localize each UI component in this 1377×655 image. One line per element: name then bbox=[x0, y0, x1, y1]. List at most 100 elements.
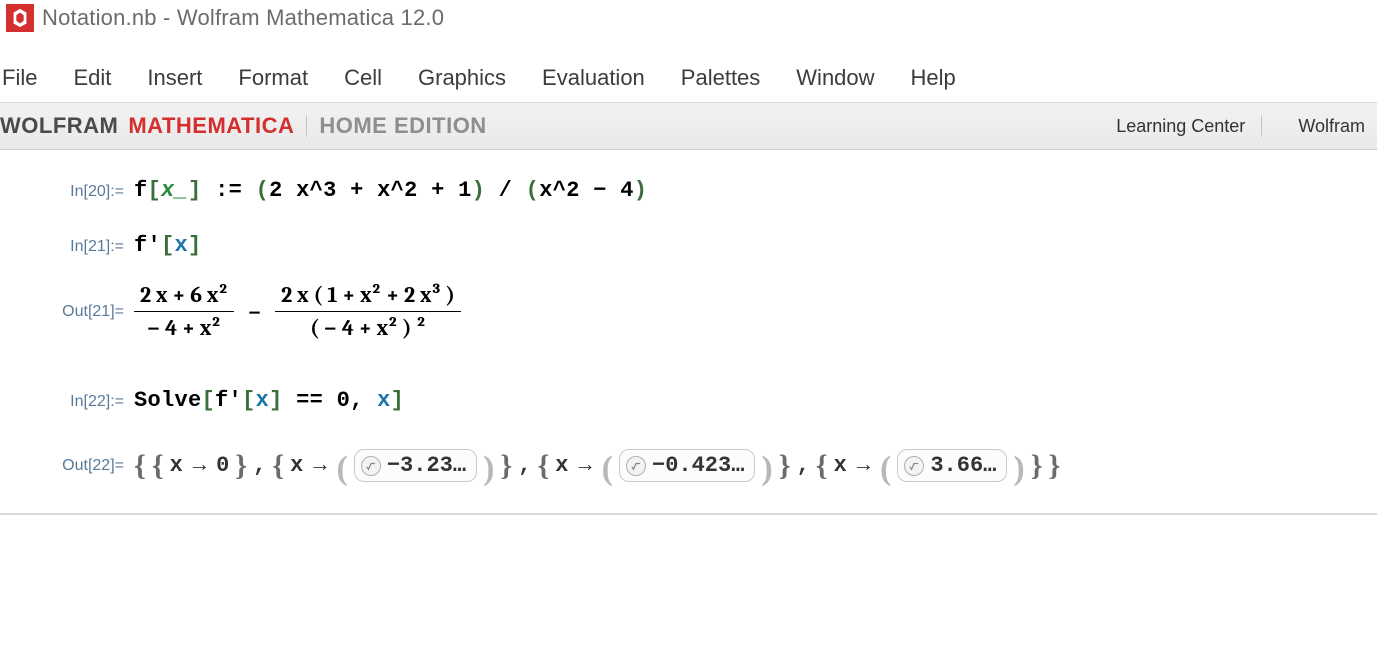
root-icon bbox=[361, 456, 381, 476]
cell-label-in-22: In[22]:= bbox=[50, 393, 134, 411]
cell-label-in-20: In[20]:= bbox=[50, 183, 134, 201]
rule-2-rbrace: } bbox=[779, 449, 791, 483]
rule-2-var: x bbox=[555, 453, 568, 478]
menubar: File Edit Insert Format Cell Graphics Ev… bbox=[0, 36, 1377, 102]
rule-sep-2: , bbox=[797, 453, 810, 478]
rule-1-arrow: → bbox=[309, 453, 330, 478]
rule-3-arrow: → bbox=[853, 453, 874, 478]
rule-0-var: x bbox=[170, 453, 183, 478]
token-func-f: f bbox=[134, 178, 148, 203]
token-lbracket-22-outer: [ bbox=[202, 388, 216, 413]
menu-insert[interactable]: Insert bbox=[129, 59, 220, 99]
link-wolfram[interactable]: Wolfram bbox=[1278, 116, 1365, 137]
token-lparen2: ( bbox=[526, 178, 540, 203]
rule-2-lbrace: { bbox=[537, 449, 549, 483]
fraction-2-num: 2 x ( 1 + x² + 2 x³ ) bbox=[275, 282, 461, 308]
token-var-x-21: x bbox=[175, 233, 189, 258]
token-rbracket: ] bbox=[188, 178, 202, 203]
token-rparen2: ) bbox=[634, 178, 648, 203]
token-var-x-22b: x bbox=[377, 388, 391, 413]
cell-out-21[interactable]: Out[21]= 2 x + 6 x² − 4 + x² − 2 x ( 1 +… bbox=[0, 278, 1377, 346]
fraction-1: 2 x + 6 x² − 4 + x² bbox=[134, 282, 234, 342]
brand-link-divider bbox=[1261, 115, 1262, 137]
token-var-x-22a: x bbox=[256, 388, 270, 413]
rule-2-arrow: → bbox=[574, 453, 595, 478]
rule-1-lbrace: { bbox=[272, 449, 284, 483]
approx-pill-3-val: 3.66… bbox=[930, 453, 996, 478]
mathematica-app-icon bbox=[6, 4, 34, 32]
cell-content-out-22: { { x → 0 } , { x → ( −3.23… ) } , { bbox=[134, 449, 1060, 483]
outer-lbrace: { bbox=[134, 449, 146, 483]
cell-out-22[interactable]: Out[22]= { { x → 0 } , { x → ( −3.23… ) … bbox=[0, 445, 1377, 487]
cell-content-out-21: 2 x + 6 x² − 4 + x² − 2 x ( 1 + x² + 2 x… bbox=[134, 282, 461, 342]
menu-format[interactable]: Format bbox=[220, 59, 326, 99]
notebook-area[interactable]: In[20]:= f[x_] := (2 x^3 + x^2 + 1) / (x… bbox=[0, 150, 1377, 515]
token-zero: 0 bbox=[337, 388, 351, 413]
token-comma: , bbox=[350, 388, 377, 413]
menu-edit[interactable]: Edit bbox=[55, 59, 129, 99]
rule-0-val: 0 bbox=[216, 453, 229, 478]
approx-pill-1-val: −3.23… bbox=[387, 453, 466, 478]
window-titlebar: Notation.nb - Wolfram Mathematica 12.0 bbox=[0, 0, 1377, 36]
token-rparen: ) bbox=[472, 178, 486, 203]
brand-separator bbox=[306, 115, 307, 137]
token-rbracket-21: ] bbox=[188, 233, 202, 258]
menu-file[interactable]: File bbox=[0, 59, 55, 99]
fraction-1-den: − 4 + x² bbox=[141, 315, 227, 341]
cell-label-in-21: In[21]:= bbox=[50, 238, 134, 256]
cell-in-20[interactable]: In[20]:= f[x_] := (2 x^3 + x^2 + 1) / (x… bbox=[0, 174, 1377, 207]
outer-rbrace: } bbox=[1049, 449, 1061, 483]
cell-group-divider bbox=[0, 513, 1377, 515]
token-lbracket-21: [ bbox=[161, 233, 175, 258]
menu-evaluation[interactable]: Evaluation bbox=[524, 59, 663, 99]
rule-0-lbrace: { bbox=[152, 449, 164, 483]
token-lparen: ( bbox=[256, 178, 270, 203]
approx-pill-2-val: −0.423… bbox=[652, 453, 744, 478]
cell-content-in-22[interactable]: Solve[f'[x] == 0, x] bbox=[134, 388, 404, 413]
brand-bar: WOLFRAM MATHEMATICA HOME EDITION Learnin… bbox=[0, 102, 1377, 150]
cell-in-22[interactable]: In[22]:= Solve[f'[x] == 0, x] bbox=[0, 384, 1377, 417]
minus-operator: − bbox=[248, 299, 261, 325]
rule-3-rbrace: } bbox=[1031, 449, 1043, 483]
token-solve: Solve bbox=[134, 388, 202, 413]
cell-content-in-21[interactable]: f'[x] bbox=[134, 233, 202, 258]
token-lbracket: [ bbox=[148, 178, 162, 203]
token-setdelayed: := bbox=[202, 178, 256, 203]
token-divide: / bbox=[485, 178, 526, 203]
link-learning-center[interactable]: Learning Center bbox=[1096, 116, 1245, 137]
rule-1-var: x bbox=[290, 453, 303, 478]
token-lbracket-22-inner: [ bbox=[242, 388, 256, 413]
token-poly-b: x^2 − 4 bbox=[539, 178, 634, 203]
token-poly-a: 2 x^3 + x^2 + 1 bbox=[269, 178, 472, 203]
fraction-1-num: 2 x + 6 x² bbox=[134, 282, 234, 308]
fraction-2: 2 x ( 1 + x² + 2 x³ ) ( − 4 + x² ) ² bbox=[275, 282, 461, 342]
approx-pill-1[interactable]: −3.23… bbox=[354, 449, 477, 482]
cell-in-21[interactable]: In[21]:= f'[x] bbox=[0, 229, 1377, 262]
rule-sep-1: , bbox=[518, 453, 531, 478]
menu-window[interactable]: Window bbox=[778, 59, 892, 99]
token-fprime: f' bbox=[134, 233, 161, 258]
cell-content-in-20[interactable]: f[x_] := (2 x^3 + x^2 + 1) / (x^2 − 4) bbox=[134, 178, 647, 203]
window-title: Notation.nb - Wolfram Mathematica 12.0 bbox=[42, 5, 444, 31]
menu-cell[interactable]: Cell bbox=[326, 59, 400, 99]
approx-pill-2[interactable]: −0.423… bbox=[619, 449, 755, 482]
token-rbracket-22-outer: ] bbox=[391, 388, 405, 413]
cell-label-out-22: Out[22]= bbox=[50, 457, 134, 475]
menu-palettes[interactable]: Palettes bbox=[663, 59, 779, 99]
brand-wolfram: WOLFRAM bbox=[0, 113, 118, 139]
root-icon bbox=[626, 456, 646, 476]
rule-sep-0: , bbox=[253, 453, 266, 478]
approx-pill-3[interactable]: 3.66… bbox=[897, 449, 1007, 482]
rule-3-lbrace: { bbox=[816, 449, 828, 483]
rule-0-arrow: → bbox=[189, 453, 210, 478]
brand-mathematica: MATHEMATICA bbox=[128, 113, 294, 139]
menu-graphics[interactable]: Graphics bbox=[400, 59, 524, 99]
token-equal: == bbox=[283, 388, 337, 413]
token-rbracket-22-inner: ] bbox=[269, 388, 283, 413]
fraction-2-den: ( − 4 + x² ) ² bbox=[304, 315, 432, 341]
menu-help[interactable]: Help bbox=[893, 59, 974, 99]
token-fprime-22: f' bbox=[215, 388, 242, 413]
token-pattern-x: x_ bbox=[161, 178, 188, 203]
rule-3-var: x bbox=[834, 453, 847, 478]
cell-label-out-21: Out[21]= bbox=[50, 303, 134, 321]
